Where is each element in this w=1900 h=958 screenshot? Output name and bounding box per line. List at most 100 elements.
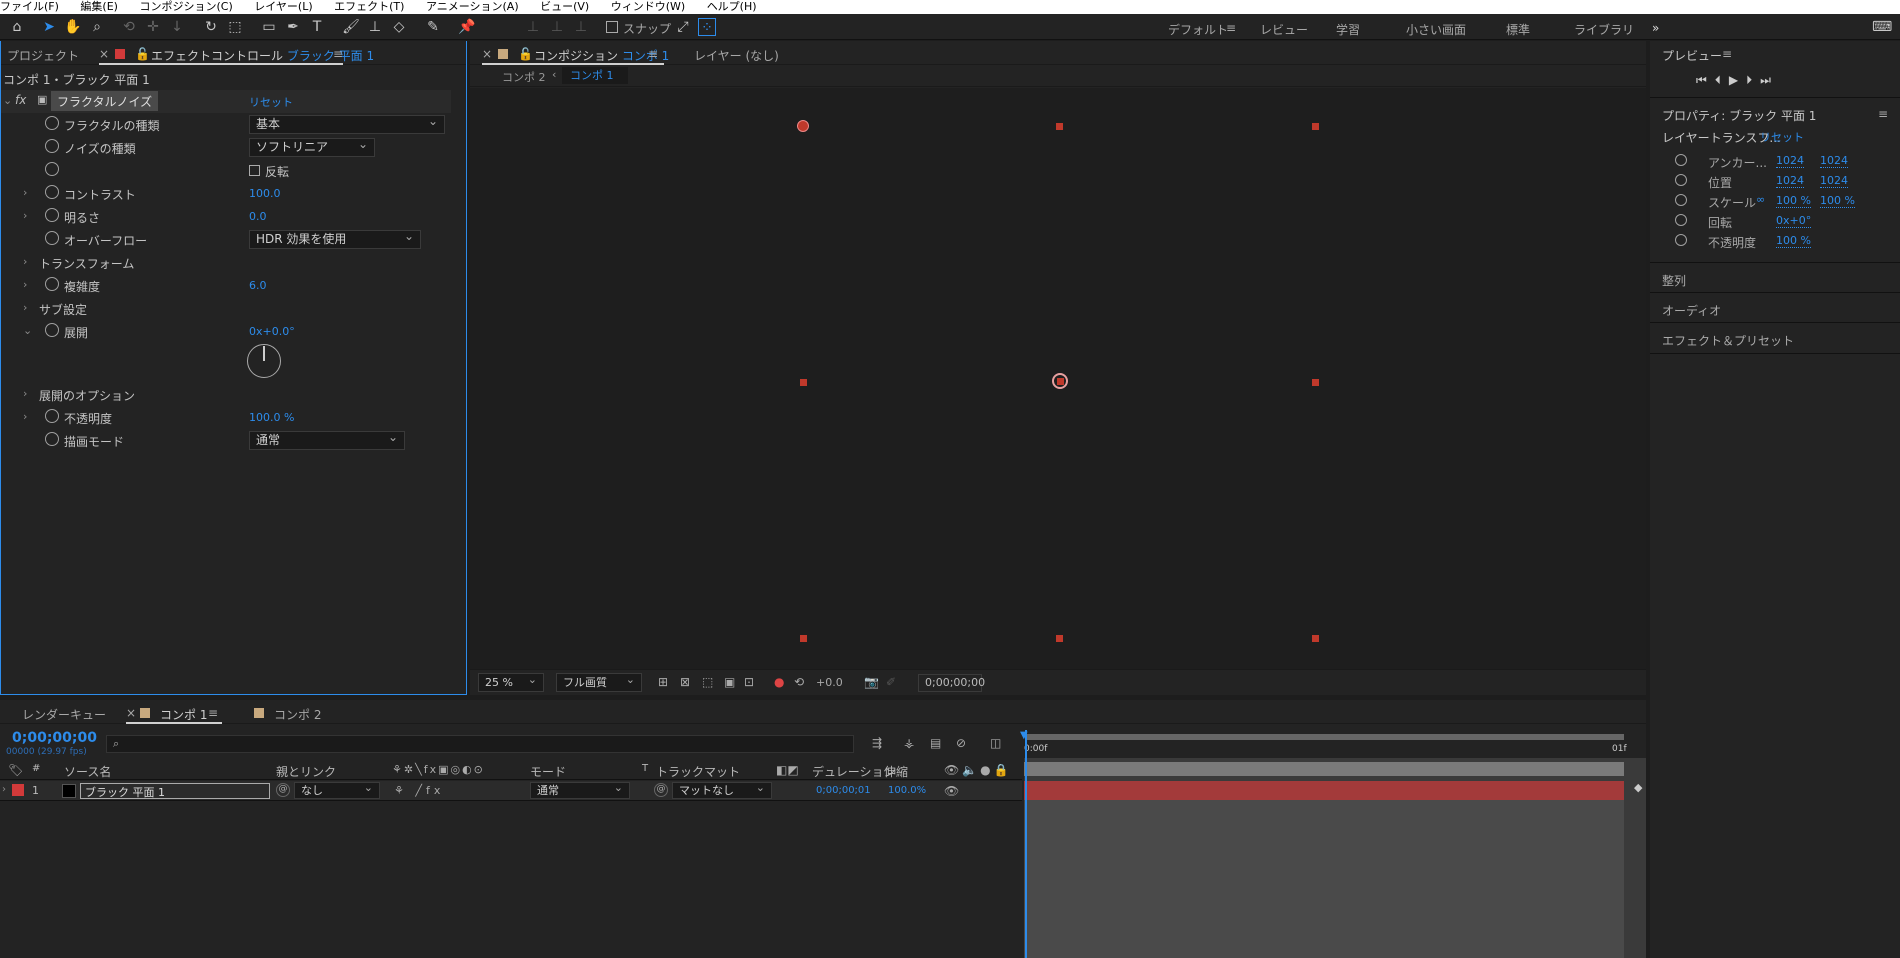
- region-of-interest-icon[interactable]: ⊠: [680, 675, 690, 689]
- pen-tool-icon[interactable]: ✒: [284, 18, 302, 36]
- zoom-tool-icon[interactable]: ⌕: [88, 18, 106, 36]
- snap-edge-icon[interactable]: ⤢: [674, 18, 692, 36]
- work-area-strip[interactable]: [1024, 762, 1624, 776]
- layer-duration[interactable]: 0;00;00;01: [816, 785, 871, 796]
- layer-handle[interactable]: [1056, 635, 1063, 642]
- stopwatch-icon[interactable]: [45, 277, 59, 291]
- menu-layer[interactable]: レイヤー(L): [254, 1, 312, 12]
- chevron-down-icon[interactable]: ⌄: [3, 94, 12, 107]
- panel-menu-icon[interactable]: ≡: [333, 47, 343, 61]
- puppet-tool-icon[interactable]: 📌: [458, 18, 476, 36]
- stopwatch-icon[interactable]: [45, 185, 59, 199]
- selection-tool-icon[interactable]: ➤: [40, 18, 58, 36]
- stopwatch-icon[interactable]: [1675, 214, 1687, 226]
- evolution-dial[interactable]: [247, 344, 281, 378]
- time-ruler[interactable]: 0:00f 01f: [1024, 730, 1646, 758]
- workspace-review[interactable]: レビュー: [1260, 21, 1308, 38]
- scale-x-value[interactable]: 100 %: [1776, 194, 1811, 208]
- layer-duration-bar[interactable]: [1024, 781, 1624, 800]
- panel-audio[interactable]: オーディオ: [1662, 302, 1721, 319]
- menu-edit[interactable]: 編集(E): [80, 1, 118, 12]
- menu-effect[interactable]: エフェクト(T): [334, 1, 404, 12]
- position-x-value[interactable]: 1024: [1776, 174, 1804, 188]
- hand-tool-icon[interactable]: ✋: [64, 18, 82, 36]
- matte-pickwhip-icon[interactable]: @: [654, 783, 668, 797]
- axis-world-icon[interactable]: ⊥: [548, 18, 566, 36]
- stopwatch-icon[interactable]: [1675, 174, 1687, 186]
- pan-tool-icon[interactable]: ✛: [144, 18, 162, 36]
- track-matte-dropdown[interactable]: マットなし: [672, 780, 772, 799]
- orbit-tool-icon[interactable]: ⟲: [120, 18, 138, 36]
- close-icon[interactable]: ×: [126, 706, 136, 720]
- menu-window[interactable]: ウィンドウ(W): [611, 1, 685, 12]
- show-snapshot-icon[interactable]: ✐: [886, 675, 896, 689]
- stopwatch-icon[interactable]: [45, 116, 59, 130]
- workspace-menu-icon[interactable]: ≡: [1226, 21, 1236, 35]
- tab-project[interactable]: プロジェクト: [7, 47, 79, 64]
- panel-effects-presets[interactable]: エフェクト＆プリセット: [1662, 332, 1794, 349]
- search-help-icon[interactable]: ⌨: [1872, 18, 1892, 36]
- guides-icon[interactable]: ▣: [724, 675, 735, 689]
- zoom-dropdown[interactable]: 25 %: [478, 671, 544, 692]
- frame-blending-icon[interactable]: ⊘: [956, 736, 966, 750]
- chevron-right-icon[interactable]: ›: [23, 278, 27, 291]
- menu-help[interactable]: ヘルプ(H): [707, 1, 757, 12]
- axis-view-icon[interactable]: ⊥: [572, 18, 590, 36]
- scale-y-value[interactable]: 100 %: [1820, 194, 1855, 208]
- effect-header-row[interactable]: ⌄ fx ▣ フラクタルノイズ リセット: [1, 90, 451, 113]
- stopwatch-icon[interactable]: [45, 139, 59, 153]
- prop-label[interactable]: トランスフォーム: [39, 255, 134, 272]
- work-area-bar[interactable]: [1026, 734, 1624, 740]
- next-frame-icon[interactable]: ⏵: [1746, 73, 1760, 87]
- effect-reset-link[interactable]: リセット: [249, 94, 293, 110]
- preview-menu-icon[interactable]: ≡: [1722, 47, 1732, 61]
- timeline-search-input[interactable]: ⌕: [106, 735, 854, 753]
- playhead[interactable]: [1025, 730, 1027, 958]
- transform-reset-link[interactable]: リセット: [1760, 129, 1804, 145]
- chevron-right-icon[interactable]: ›: [23, 410, 27, 423]
- prop-label[interactable]: サブ設定: [39, 301, 87, 318]
- time-nav-end-icon[interactable]: ◆: [1634, 781, 1642, 794]
- mask-path-icon[interactable]: ⬚: [702, 675, 713, 689]
- stopwatch-icon[interactable]: [45, 409, 59, 423]
- axis-local-icon[interactable]: ⊥: [524, 18, 542, 36]
- dolly-tool-icon[interactable]: ↓: [168, 18, 186, 36]
- col-source-name[interactable]: ソース名: [64, 763, 111, 780]
- position-y-value[interactable]: 1024: [1820, 174, 1848, 188]
- table-row[interactable]: › 1 ブラック 平面 1 @ なし ⚘ ╱fx 通常 @ マットなし 0;00…: [0, 780, 1022, 801]
- prev-frame-icon[interactable]: ⏴: [1715, 73, 1729, 87]
- stopwatch-icon[interactable]: [45, 231, 59, 245]
- close-icon[interactable]: ×: [482, 47, 492, 61]
- anchor-x-value[interactable]: 1024: [1776, 154, 1804, 168]
- lock-icon[interactable]: 🔓: [135, 47, 150, 61]
- graph-editor-icon[interactable]: ◫: [990, 736, 1001, 750]
- overflow-dropdown[interactable]: HDR 効果を使用: [249, 228, 421, 249]
- link-icon[interactable]: ∞: [1756, 193, 1765, 206]
- stopwatch-icon[interactable]: [45, 162, 59, 176]
- workspace-small-screen[interactable]: 小さい画面: [1406, 21, 1466, 38]
- playhead-handle-icon[interactable]: ▼: [1020, 730, 1028, 741]
- home-icon[interactable]: ⌂: [8, 18, 26, 36]
- stopwatch-icon[interactable]: [1675, 154, 1687, 166]
- workspace-library[interactable]: ライブラリ: [1574, 21, 1634, 38]
- complexity-value[interactable]: 6.0: [249, 279, 267, 292]
- menu-composition[interactable]: コンポジション(C): [139, 1, 232, 12]
- workspace-standard[interactable]: 標準: [1506, 21, 1530, 38]
- noise-type-dropdown[interactable]: ソフトリニア: [249, 136, 375, 157]
- layer-switches-icons[interactable]: ⚘ ╱fx: [394, 784, 444, 797]
- first-frame-icon[interactable]: ⏮: [1696, 73, 1715, 87]
- workspace-default[interactable]: デフォルト: [1168, 21, 1228, 38]
- layer-name[interactable]: ブラック 平面 1: [80, 783, 270, 799]
- brightness-value[interactable]: 0.0: [249, 210, 267, 223]
- pickwhip-icon[interactable]: @: [276, 783, 290, 797]
- mode-dropdown[interactable]: 通常: [530, 780, 630, 799]
- layer-handle[interactable]: [800, 379, 807, 386]
- last-frame-icon[interactable]: ⏭: [1760, 73, 1779, 87]
- chevron-down-icon[interactable]: ⌄: [23, 324, 32, 337]
- position-anchor-icon[interactable]: [1052, 373, 1068, 389]
- snap-feature-icon[interactable]: ⁘: [698, 18, 716, 36]
- workspace-overflow-icon[interactable]: »: [1652, 21, 1659, 35]
- anchor-y-value[interactable]: 1024: [1820, 154, 1848, 168]
- lock-icon[interactable]: 🔓: [518, 47, 533, 61]
- layer-handle[interactable]: [1312, 123, 1319, 130]
